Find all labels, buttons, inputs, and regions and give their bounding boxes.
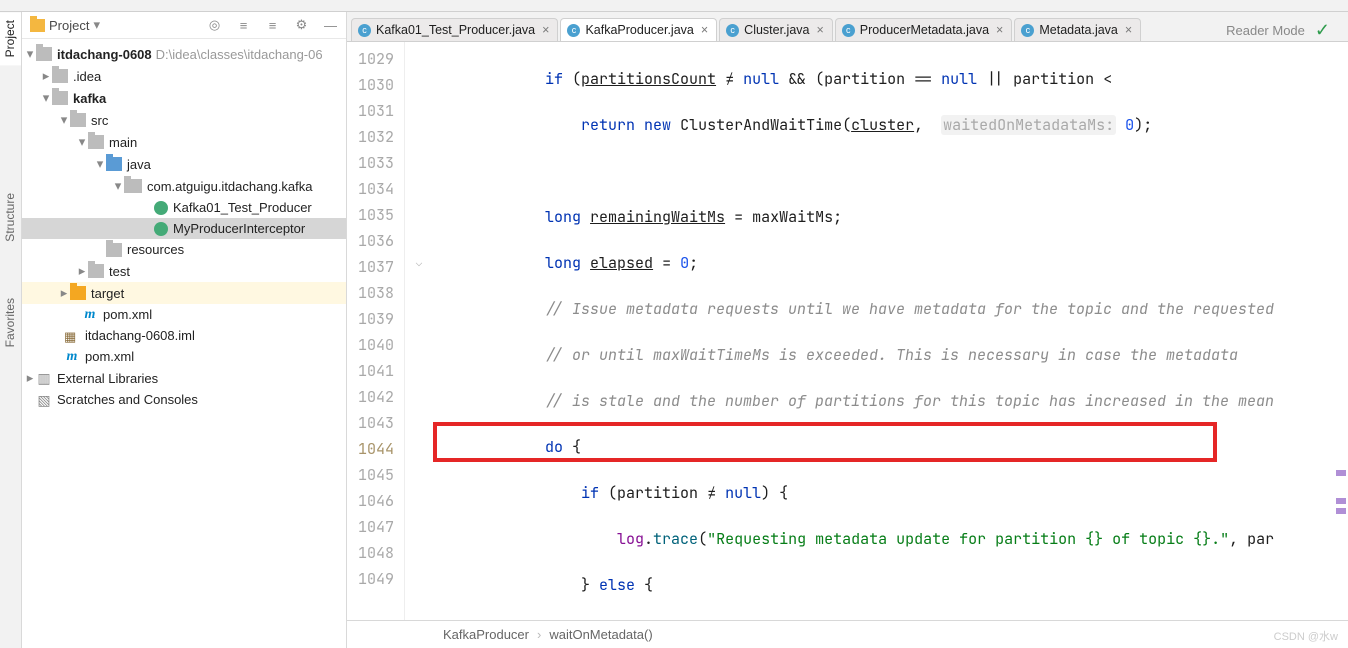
side-tab-favorites[interactable]: Favorites [0,290,21,355]
hide-icon[interactable]: — [323,18,338,33]
project-view-selector[interactable]: Project [49,18,89,33]
tree-main[interactable]: main [22,131,346,153]
tree-package[interactable]: com.atguigu.itdachang.kafka [22,175,346,197]
tab-cluster[interactable]: c Cluster.java × [719,18,833,41]
scratches-icon: ▧ [36,393,52,407]
project-header: Project ▾ ◎ ≡ ≡ ⚙ — [22,12,346,39]
project-icon [30,19,45,32]
locate-icon[interactable]: ◎ [207,18,222,33]
gear-icon[interactable]: ⚙ [294,18,309,33]
code-editor[interactable]: 1029 1030 1031 1032 1033 1034 1035 1036 … [347,42,1348,620]
maven-icon: m [82,308,98,322]
folder-icon [88,264,104,278]
folder-icon [52,69,68,83]
tree-resources[interactable]: resources [22,239,346,260]
folder-icon [88,135,104,149]
close-icon[interactable]: × [542,23,549,37]
tree-target[interactable]: target [22,282,346,304]
tree-iml[interactable]: ▦ itdachang-0608.iml [22,325,346,346]
breadcrumb-method[interactable]: waitOnMetadata() [549,627,652,642]
project-tool-window: Project ▾ ◎ ≡ ≡ ⚙ — itdachang-0608 D:\id… [22,12,347,648]
line-number-gutter: 1029 1030 1031 1032 1033 1034 1035 1036 … [347,42,405,620]
close-icon[interactable]: × [996,23,1003,37]
tree-root[interactable]: itdachang-0608 D:\idea\classes\itdachang… [22,43,346,65]
library-icon: ▥ [36,371,52,385]
tree-src[interactable]: src [22,109,346,131]
source-folder-icon [106,157,122,171]
side-tab-project[interactable]: Project [0,12,21,65]
tree-external-libraries[interactable]: ▥ External Libraries [22,367,346,389]
tree-test[interactable]: test [22,260,346,282]
maven-icon: m [64,350,80,364]
class-icon: c [567,24,580,37]
chevron-down-icon: ▾ [93,17,100,33]
nav-breadcrumb-top [0,0,1348,12]
tree-pom1[interactable]: m pom.xml [22,304,346,325]
tree-root-path: D:\idea\classes\itdachang-06 [156,47,323,62]
tab-label: ProducerMetadata.java [860,23,989,37]
tab-label: Metadata.java [1039,23,1118,37]
class-icon: c [842,24,855,37]
folder-icon [52,91,68,105]
excluded-folder-icon [70,286,86,300]
editor-tabs: c Kafka01_Test_Producer.java × c KafkaPr… [347,12,1348,42]
tree-file-interceptor[interactable]: MyProducerInterceptor [22,218,346,239]
class-icon: c [1021,24,1034,37]
tree-file-kafka01[interactable]: Kafka01_Test_Producer [22,197,346,218]
expand-all-icon[interactable]: ≡ [236,18,251,33]
tab-label: Cluster.java [744,23,809,37]
check-icon: ✓ [1315,20,1330,41]
tree-idea[interactable]: .idea [22,65,346,87]
editor-pane: c Kafka01_Test_Producer.java × c KafkaPr… [347,12,1348,648]
project-tree[interactable]: itdachang-0608 D:\idea\classes\itdachang… [22,39,346,648]
fold-gutter: ⌵ [405,42,433,620]
tree-java[interactable]: java [22,153,346,175]
watermark: CSDN @水w [1274,628,1338,644]
reader-mode-badge[interactable]: Reader Mode ✓ [1226,20,1330,41]
editor-breadcrumb[interactable]: KafkaProducer › waitOnMetadata() CSDN @水… [347,620,1348,648]
class-icon: c [358,24,371,37]
module-icon [36,47,52,61]
tab-kafkaproducer[interactable]: c KafkaProducer.java × [560,18,717,41]
tree-scratches[interactable]: ▧ Scratches and Consoles [22,389,346,410]
class-icon: c [726,24,739,37]
tab-metadata[interactable]: c Metadata.java × [1014,18,1141,41]
class-icon [154,222,168,236]
tool-window-stripe: Project Structure Favorites [0,12,22,648]
breadcrumb-class[interactable]: KafkaProducer [443,627,529,642]
tree-kafka[interactable]: kafka [22,87,346,109]
tab-label: Kafka01_Test_Producer.java [376,23,535,37]
tab-kafka01[interactable]: c Kafka01_Test_Producer.java × [351,18,558,41]
tab-label: KafkaProducer.java [585,23,693,37]
resources-folder-icon [106,243,122,257]
side-tab-structure[interactable]: Structure [0,185,21,250]
close-icon[interactable]: × [816,23,823,37]
folder-icon [70,113,86,127]
collapse-all-icon[interactable]: ≡ [265,18,280,33]
tree-pom2[interactable]: m pom.xml [22,346,346,367]
close-icon[interactable]: × [1125,23,1132,37]
package-icon [124,179,142,193]
close-icon[interactable]: × [701,23,708,37]
tree-root-label: itdachang-0608 [57,47,152,62]
code-content[interactable]: if (partitionsCount ≠ null && (partition… [433,42,1348,620]
tab-producermetadata[interactable]: c ProducerMetadata.java × [835,18,1013,41]
iml-icon: ▦ [64,329,80,343]
class-icon [154,201,168,215]
